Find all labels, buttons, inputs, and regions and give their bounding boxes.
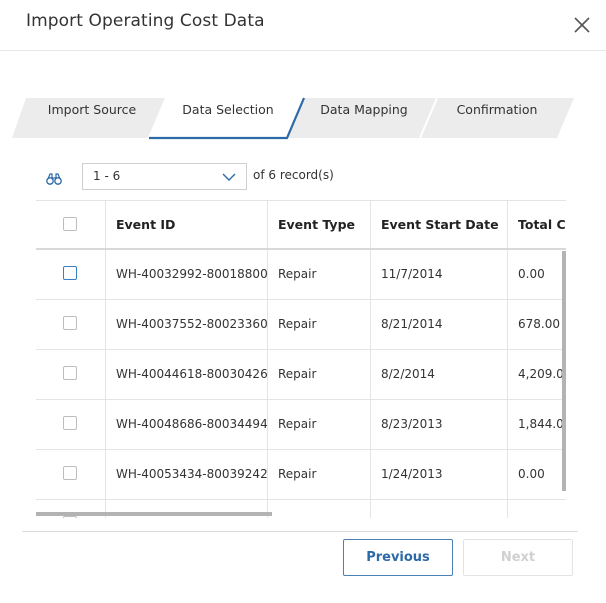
row-checkbox[interactable] (63, 316, 77, 330)
total-cost-cell (508, 500, 566, 518)
event-type-cell: Repair (268, 250, 371, 299)
column-header[interactable]: Event Start Date (371, 201, 508, 248)
event-start-date-cell: 8/21/2014 (371, 300, 508, 349)
binoculars-icon[interactable] (46, 170, 62, 185)
table-row[interactable]: WH-40053434-80039242 Repair 1/24/2013 0.… (36, 450, 566, 500)
total-cost-cell: 0.00 (518, 267, 545, 281)
select-all-checkbox[interactable] (63, 217, 77, 231)
row-select-cell (36, 250, 106, 299)
record-count: of 6 record(s) (253, 168, 334, 182)
dialog-title: Import Operating Cost Data (26, 11, 265, 31)
step-import-source[interactable]: Import Source (48, 102, 136, 117)
table-row[interactable]: WH-40048686-80034494 Repair 8/23/2013 1,… (36, 400, 566, 450)
grid-header-row: Event ID Event Type Event Start Date Tot… (36, 200, 566, 250)
next-button[interactable]: Next (463, 539, 573, 576)
column-header[interactable]: Event Type (268, 201, 371, 248)
event-type-cell: Repair (268, 350, 371, 399)
row-checkbox[interactable] (63, 466, 77, 480)
row-select-cell (36, 400, 106, 449)
grid-horizontal-scrollbar[interactable] (36, 512, 272, 516)
footer-divider (22, 531, 578, 532)
step-data-selection[interactable]: Data Selection (182, 102, 273, 117)
total-cost-cell: 0.00 (518, 467, 545, 481)
table-row[interactable]: WH-40044618-80030426 Repair 8/2/2014 4,2… (36, 350, 566, 400)
event-start-date-cell: 8/2/2014 (371, 350, 508, 399)
column-header[interactable]: Event ID (106, 201, 268, 248)
table-row[interactable]: WH-40032992-80018800 Repair 11/7/2014 0.… (36, 250, 566, 300)
row-checkbox[interactable] (63, 516, 77, 518)
close-icon[interactable] (572, 15, 592, 35)
table-row[interactable]: WH-40037552-80023360 Repair 8/21/2014 67… (36, 300, 566, 350)
event-start-date-cell (371, 500, 508, 518)
total-cost-cell: 4,209.00 (518, 367, 566, 381)
record-range-select[interactable]: 1 - 6 (82, 163, 247, 190)
event-id-cell: WH-40037552-80023360 (106, 300, 268, 349)
event-start-date-cell: 1/24/2013 (371, 450, 508, 499)
event-type-cell: Repair (268, 400, 371, 449)
event-start-date-cell: 8/23/2013 (371, 400, 508, 449)
step-data-mapping[interactable]: Data Mapping (320, 102, 407, 117)
wizard-steps: Import Source Data Selection Data Mappin… (0, 96, 606, 142)
event-type-cell: Repair (268, 300, 371, 349)
event-id-cell: WH-40044618-80030426 (106, 350, 268, 399)
dialog-header: Import Operating Cost Data (0, 0, 606, 51)
row-select-cell (36, 450, 106, 499)
row-checkbox[interactable] (63, 416, 77, 430)
grid-vertical-scrollbar[interactable] (562, 251, 566, 491)
step-confirmation[interactable]: Confirmation (457, 102, 538, 117)
select-all-cell (36, 201, 106, 248)
row-select-cell (36, 300, 106, 349)
row-checkbox[interactable] (63, 266, 77, 280)
event-start-date-cell: 11/7/2014 (371, 250, 508, 299)
event-id-cell: WH-40053434-80039242 (106, 450, 268, 499)
total-cost-cell: 678.00 (518, 317, 560, 331)
event-id-cell: WH-40048686-80034494 (106, 400, 268, 449)
event-type-cell: Repair (268, 450, 371, 499)
record-range-value: 1 - 6 (93, 169, 121, 183)
previous-button[interactable]: Previous (343, 539, 453, 576)
event-id-cell: WH-40032992-80018800 (106, 250, 268, 299)
column-header[interactable]: Total Co (508, 201, 566, 248)
total-cost-cell: 1,844.00 (518, 417, 566, 431)
event-type-cell (268, 500, 371, 518)
row-checkbox[interactable] (63, 366, 77, 380)
records-grid: Event ID Event Type Event Start Date Tot… (36, 200, 566, 518)
chevron-down-icon (222, 173, 236, 181)
row-select-cell (36, 350, 106, 399)
